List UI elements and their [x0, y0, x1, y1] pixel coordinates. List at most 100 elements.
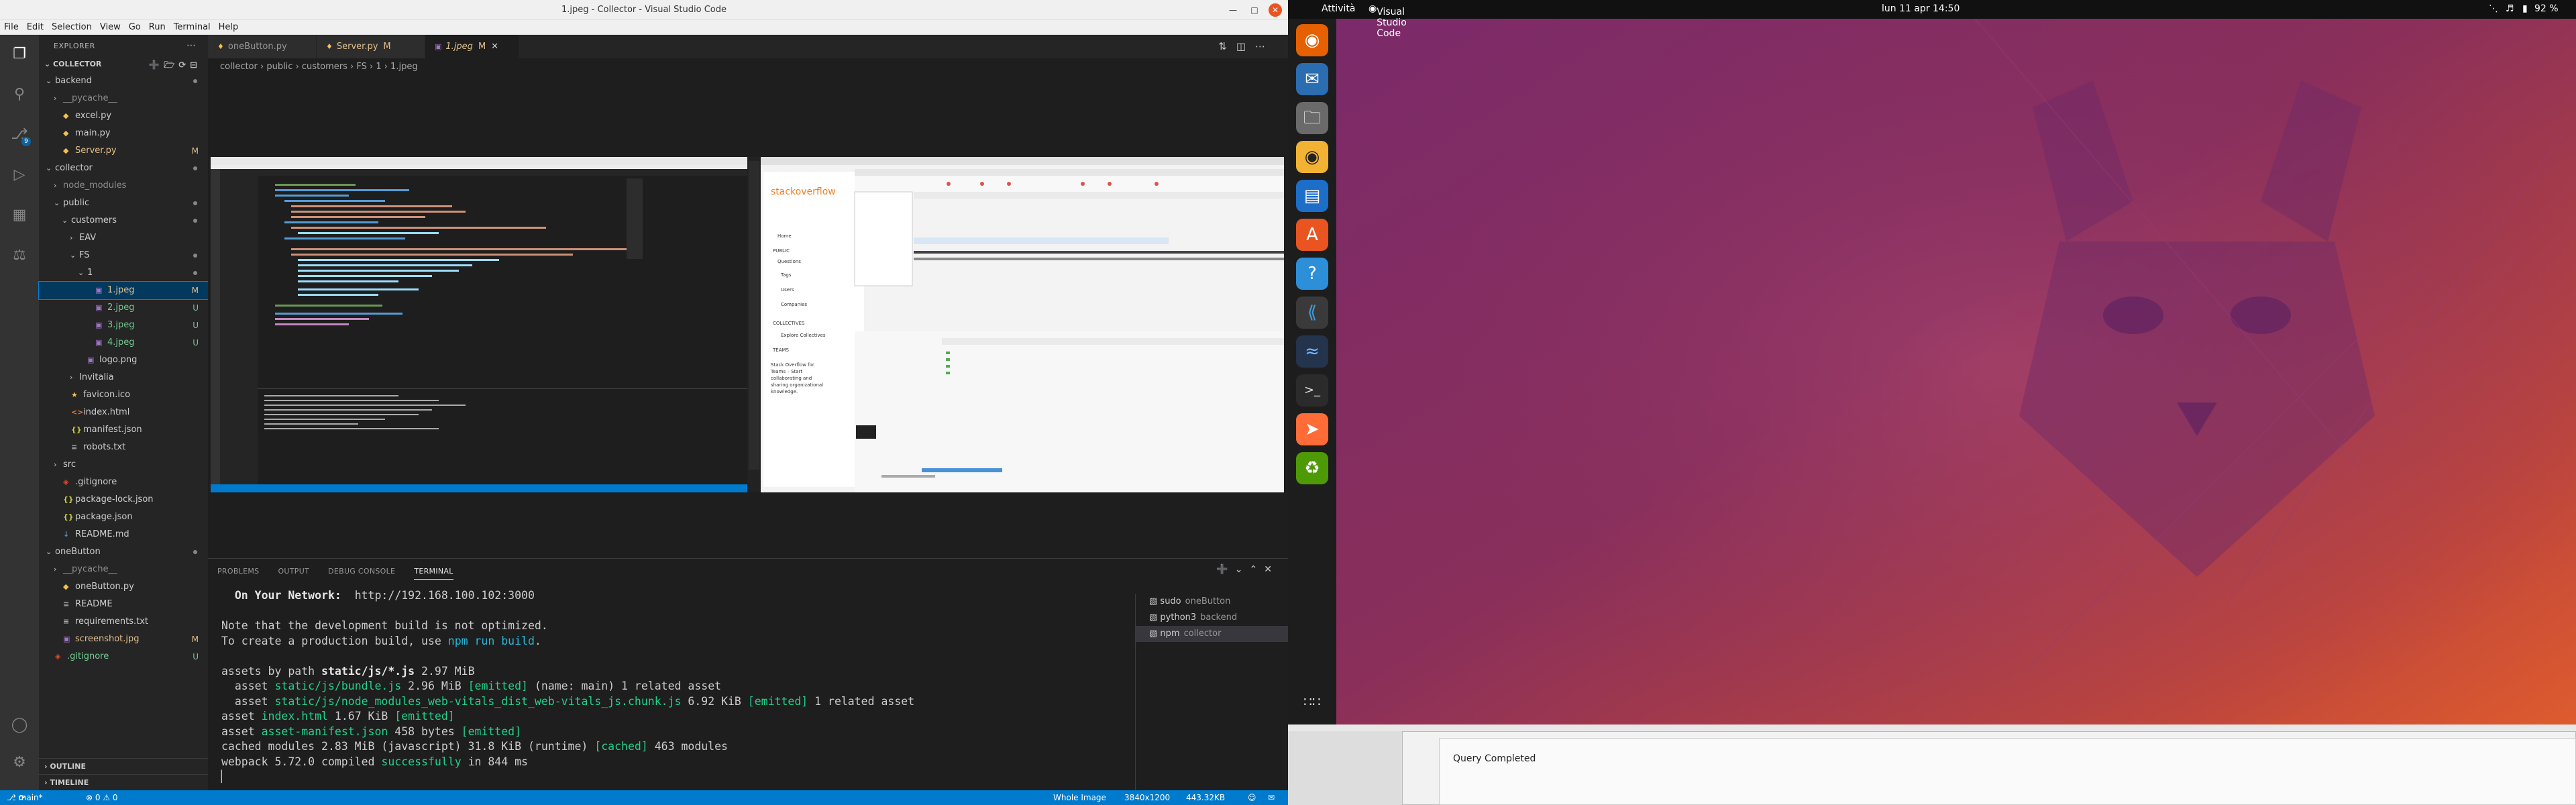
feedback-icon[interactable]: ☺	[1248, 790, 1256, 805]
terminal-text: asset	[221, 724, 262, 738]
menu-edit[interactable]: Edit	[23, 20, 48, 32]
tree-item[interactable]: ▣ 2.jpeg U	[39, 299, 208, 317]
tree-item[interactable]: › EAV	[39, 229, 208, 247]
outline-section[interactable]: › OUTLINE	[39, 758, 208, 774]
vscode-dock-icon[interactable]: ⟪	[1296, 297, 1328, 329]
timeline-section[interactable]: › TIMELINE	[39, 774, 208, 790]
tree-item[interactable]: {} package-lock.json	[39, 491, 208, 508]
tree-item[interactable]: ▣ 1.jpeg M	[38, 281, 209, 300]
volume-icon[interactable]: ♬	[2506, 3, 2514, 14]
terminal-output[interactable]: On Your Network: http://192.168.100.102:…	[221, 588, 1114, 785]
tab-output[interactable]: OUTPUT	[278, 567, 309, 576]
tree-item[interactable]: {} package.json	[39, 508, 208, 526]
source-control-icon[interactable]: ⎇ 9	[9, 125, 31, 146]
tab-problems[interactable]: PROBLEMS	[217, 567, 259, 576]
software-center-icon[interactable]: A	[1296, 219, 1328, 251]
tree-item[interactable]: ▣ screenshot.jpg M	[39, 631, 208, 648]
menu-run[interactable]: Run	[145, 20, 170, 32]
tree-item[interactable]: ▣ 3.jpeg U	[39, 317, 208, 334]
more-actions-icon[interactable]: ⋯	[186, 40, 196, 51]
project-header[interactable]: ⌄ COLLECTOR ➕🗁⟳⊟	[39, 58, 208, 72]
firefox-icon[interactable]: ◉	[1296, 24, 1328, 56]
svg-text:TEAMS: TEAMS	[772, 347, 790, 353]
image-zoom-mode[interactable]: Whole Image	[1053, 790, 1106, 805]
help-icon[interactable]: ?	[1296, 258, 1328, 290]
tree-item[interactable]: ★ favicon.ico	[39, 386, 208, 404]
tree-item[interactable]: ⌄ oneButton	[39, 543, 208, 561]
tab-server-py[interactable]: ♦ Server.py M	[317, 35, 425, 58]
terminal-item-python3[interactable]: ▧ python3 backend	[1136, 610, 1288, 626]
tree-item[interactable]: {} manifest.json	[39, 421, 208, 439]
tree-item[interactable]: ≡ README	[39, 596, 208, 613]
tree-item[interactable]: ◆ excel.py	[39, 107, 208, 125]
tab-1-jpeg[interactable]: ▣ 1.jpeg M ✕	[425, 35, 519, 58]
libreoffice-writer-icon[interactable]: ▤	[1296, 180, 1328, 212]
tree-item[interactable]: ▣ 4.jpeg U	[39, 334, 208, 352]
clock[interactable]: lun 11 apr 14:50	[1882, 3, 1960, 14]
editor-actions[interactable]: ⇅◫⋯	[1218, 40, 1275, 52]
account-icon[interactable]: ◯	[9, 715, 30, 735]
testing-icon[interactable]: ⚖	[9, 246, 30, 266]
tree-item[interactable]: ⌄ collector	[39, 160, 208, 177]
problems-indicator[interactable]: ⊗ 0 ⚠ 0	[86, 790, 118, 805]
tree-item[interactable]: ◆ Server.py M	[39, 142, 208, 160]
mysql-workbench-icon[interactable]: ≈	[1296, 335, 1328, 368]
tree-item[interactable]: ≡ requirements.txt	[39, 613, 208, 631]
tree-item[interactable]: › __pycache__	[39, 90, 208, 107]
tab-terminal[interactable]: TERMINAL	[414, 567, 453, 580]
menu-go[interactable]: Go	[125, 20, 145, 32]
tree-item[interactable]: ◆ oneButton.py	[39, 578, 208, 596]
tab-onebutton-py[interactable]: ♦ oneButton.py	[208, 35, 317, 58]
maximize-icon[interactable]: □	[1248, 3, 1261, 17]
tree-item[interactable]: › Invitalia	[39, 369, 208, 386]
explorer-icon[interactable]: ❐	[9, 44, 30, 64]
tree-item[interactable]: ⌄ 1	[39, 264, 208, 282]
tree-item[interactable]: ⌄ public	[39, 195, 208, 212]
menu-view[interactable]: View	[96, 20, 125, 32]
tree-item[interactable]: ⌄ backend	[39, 72, 208, 90]
thunderbird-icon[interactable]: ✉	[1296, 63, 1328, 95]
svg-text:Questions: Questions	[777, 259, 801, 264]
tree-item[interactable]: ↓ README.md	[39, 526, 208, 543]
tree-item[interactable]: ⌄ customers	[39, 212, 208, 229]
files-icon[interactable]: 🗀	[1296, 102, 1328, 134]
tree-item[interactable]: ⌄ FS	[39, 247, 208, 264]
emitted-tag: [emitted]	[394, 710, 455, 722]
menu-selection[interactable]: Selection	[48, 20, 96, 32]
tree-item[interactable]: ▣ logo.png	[39, 352, 208, 369]
notifications-bell-icon[interactable]: ✉	[1268, 790, 1275, 805]
postman-icon[interactable]: ➤	[1296, 413, 1328, 445]
tree-item[interactable]: ≡ robots.txt	[39, 439, 208, 456]
menu-help[interactable]: Help	[215, 20, 243, 32]
tab-close-icon[interactable]: ✕	[491, 42, 498, 52]
activities-button[interactable]: Attività	[1322, 3, 1355, 14]
menu-terminal[interactable]: Terminal	[170, 20, 215, 32]
tree-item[interactable]: › __pycache__	[39, 561, 208, 578]
show-apps-icon[interactable]: ∷∷	[1296, 686, 1328, 718]
tab-debug-console[interactable]: DEBUG CONSOLE	[328, 567, 395, 576]
terminal-item-sudo[interactable]: ▧ sudo oneButton	[1136, 594, 1288, 610]
tree-item[interactable]: › src	[39, 456, 208, 474]
battery-icon[interactable]: ▮	[2522, 3, 2528, 14]
network-icon[interactable]: ⋱	[2489, 3, 2498, 14]
tree-item[interactable]: ◈ .gitignore	[39, 474, 208, 491]
extensions-icon[interactable]: ▦	[9, 205, 30, 225]
panel-actions[interactable]: ➕⌄⌃✕	[1216, 564, 1279, 575]
tree-item[interactable]: ◆ main.py	[39, 125, 208, 142]
menu-file[interactable]: File	[0, 20, 23, 32]
trash-icon[interactable]: ♻	[1296, 452, 1328, 484]
focused-app-menu[interactable]: ◉ Visual Studio Code	[1368, 3, 1407, 39]
tree-item[interactable]: › node_modules	[39, 177, 208, 195]
search-icon[interactable]: ⚲	[9, 85, 30, 105]
run-debug-icon[interactable]: ▷	[9, 165, 30, 185]
close-icon[interactable]: ✕	[1269, 3, 1282, 17]
minimize-icon[interactable]: —	[1226, 3, 1240, 17]
rhythmbox-icon[interactable]: ◉	[1296, 141, 1328, 173]
branch-indicator[interactable]: ⎇ main* ⟳	[7, 790, 43, 805]
terminal-item-npm[interactable]: ▧ npm collector	[1136, 626, 1288, 642]
tree-item[interactable]: ◈ .gitignore U	[39, 648, 208, 665]
explorer-toolbar[interactable]: ➕🗁⟳⊟	[149, 59, 201, 74]
terminal-app-icon[interactable]: >_	[1296, 374, 1328, 407]
settings-gear-icon[interactable]: ⚙	[9, 753, 30, 773]
tree-item[interactable]: <>index.html	[39, 404, 208, 421]
